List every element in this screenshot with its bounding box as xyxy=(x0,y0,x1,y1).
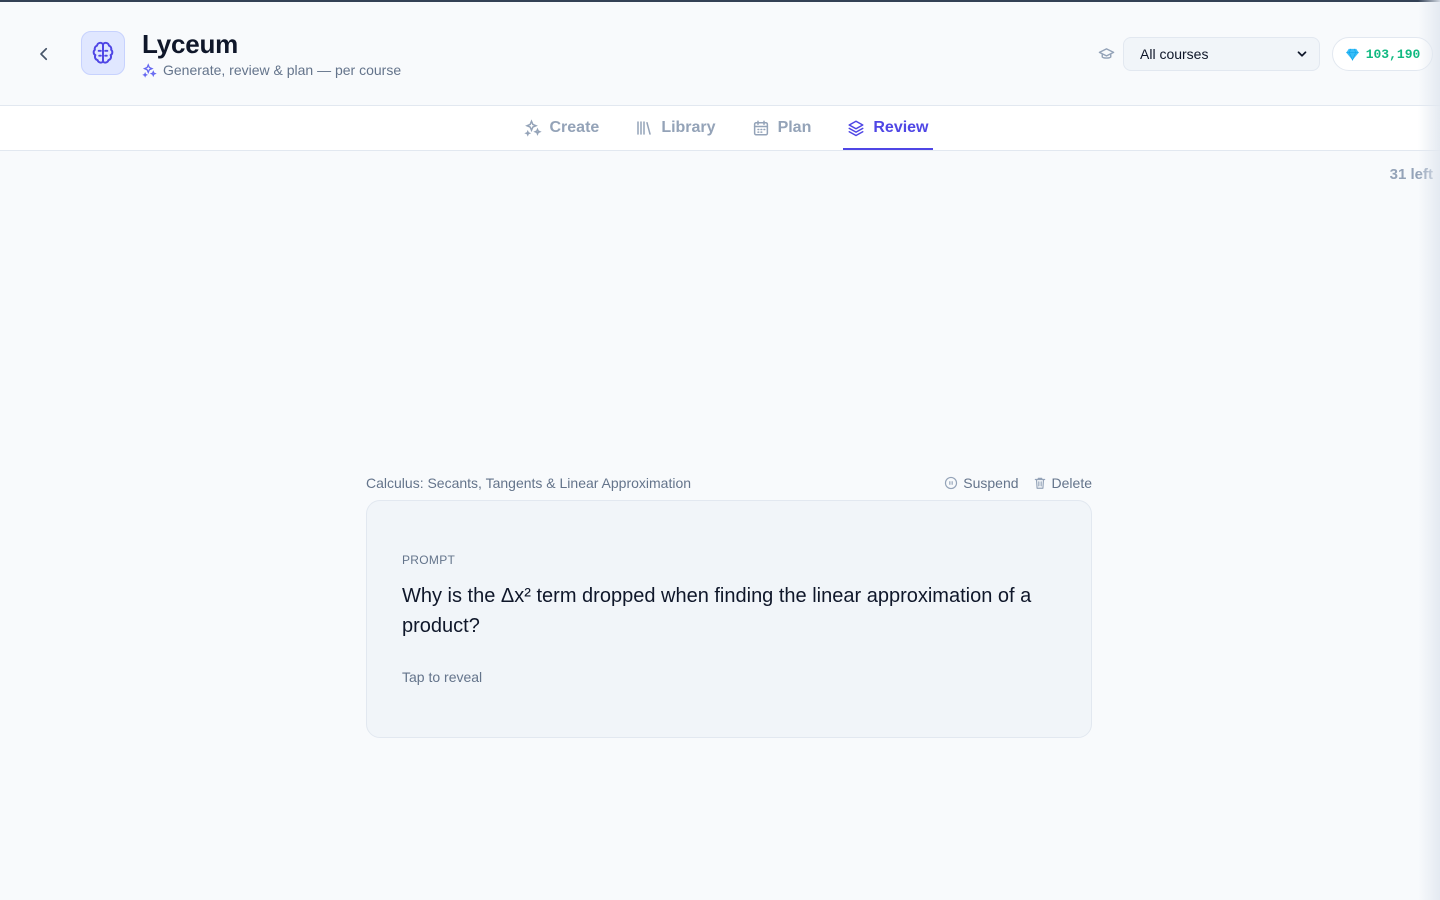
layers-icon xyxy=(848,120,864,137)
course-filter: All courses xyxy=(1098,37,1320,71)
tab-library-label: Library xyxy=(661,119,716,136)
course-select-value: All courses xyxy=(1140,46,1209,62)
suspend-button[interactable]: Suspend xyxy=(944,475,1019,491)
app-title: Lyceum xyxy=(142,29,239,59)
app-header: Lyceum Generate, review & plan — per cou… xyxy=(0,2,1440,106)
tab-review-label: Review xyxy=(873,119,929,136)
graduation-cap-icon xyxy=(1098,47,1115,59)
delete-button[interactable]: Delete xyxy=(1033,475,1092,491)
tab-plan[interactable]: Plan xyxy=(748,106,816,150)
chevron-left-icon xyxy=(40,47,48,61)
card-meta: Calculus: Secants, Tangents & Linear App… xyxy=(366,474,1092,492)
back-button[interactable] xyxy=(28,38,60,70)
delete-label: Delete xyxy=(1051,475,1092,491)
brain-icon xyxy=(92,41,114,64)
sparkles-icon xyxy=(523,119,542,137)
tab-library[interactable]: Library xyxy=(631,106,719,150)
library-icon xyxy=(637,121,652,135)
reveal-hint: Tap to reveal xyxy=(402,669,483,685)
tab-create-label: Create xyxy=(549,119,600,136)
suspend-label: Suspend xyxy=(963,475,1019,491)
flashcard[interactable]: PROMPT Why is the Δx² term dropped when … xyxy=(366,500,1092,738)
main-tabs: Create Library Plan Review xyxy=(0,106,1440,151)
chevron-down-icon xyxy=(1297,51,1307,57)
app-logo xyxy=(81,31,125,75)
pause-circle-icon xyxy=(945,476,958,490)
card-prompt: Why is the Δx² term dropped when finding… xyxy=(402,585,1032,637)
trash-icon xyxy=(1034,477,1045,489)
app-subtitle: Generate, review & plan — per course xyxy=(142,62,401,78)
gem-count: 103,190 xyxy=(1365,46,1421,62)
card-actions: Suspend Delete xyxy=(944,475,1092,491)
diamond-icon xyxy=(1345,48,1359,61)
app-subtitle-text: Generate, review & plan — per course xyxy=(163,62,402,78)
calendar-icon xyxy=(753,120,768,136)
scroll-edge-shadow xyxy=(1418,0,1440,900)
tab-plan-label: Plan xyxy=(777,119,812,136)
tab-review[interactable]: Review xyxy=(843,106,933,150)
deck-name: Calculus: Secants, Tangents & Linear App… xyxy=(366,475,692,491)
sparkles-icon xyxy=(142,62,157,78)
tab-create[interactable]: Create xyxy=(520,106,604,150)
course-select[interactable]: All courses xyxy=(1123,37,1320,71)
card-side-label: PROMPT xyxy=(402,553,456,567)
